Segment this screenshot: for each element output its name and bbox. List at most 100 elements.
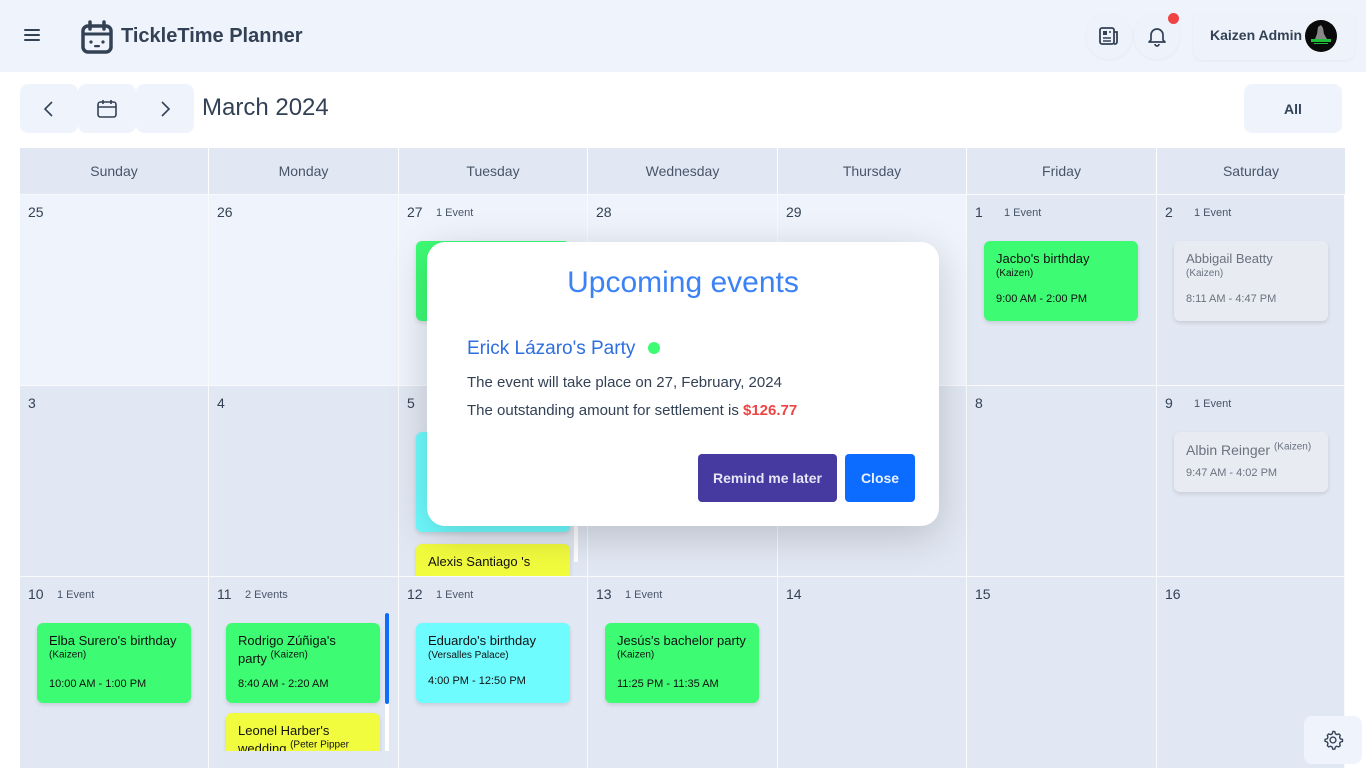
weekday-header: Sunday [20,148,209,194]
day-cell[interactable]: 26 [209,194,399,385]
day-number: 27 [407,204,423,220]
event-location: (Kaizen) [49,649,87,661]
prev-month-button[interactable] [20,84,78,133]
remind-me-later-button[interactable]: Remind me later [698,454,837,502]
day-number: 10 [28,586,44,602]
event-time: 8:40 AM - 2:20 AM [238,678,329,690]
day-number: 16 [1165,586,1181,602]
event-time: 9:47 AM - 4:02 PM [1186,467,1278,479]
day-cell[interactable]: 10 1 Event Elba Surero's birthday (Kaize… [20,576,209,768]
day-number: 9 [1165,395,1173,411]
event-card[interactable]: Leonel Harber's wedding (Peter Pipper [226,713,380,751]
event-card[interactable]: Elba Surero's birthday (Kaizen) 10:00 AM… [37,623,191,703]
event-count: 1 Event [1194,398,1232,410]
calendar-icon [97,99,117,118]
event-name: Eduardo's birthday [428,633,536,648]
event-location: (Peter Pipper [290,739,349,751]
event-location: (Kaizen) [617,649,655,661]
event-name: Jesús's bachelor party [617,633,746,648]
day-number: 25 [28,204,44,220]
gear-icon [1324,730,1344,750]
day-number: 12 [407,586,423,602]
calendar-logo-icon [81,20,113,54]
day-number: 1 [975,204,983,220]
day-cell[interactable]: 14 [778,576,967,768]
event-location: (Versalles Palace) [428,650,509,661]
event-date-text: The event will take place on 27, Februar… [467,374,782,391]
user-name: Kaizen Admin [1210,27,1303,43]
day-cell[interactable]: 9 1 Event Albin Reinger (Kaizen) 9:47 AM… [1157,385,1345,576]
scrollbar[interactable] [385,613,389,751]
day-cell[interactable]: 11 2 Events Rodrigo Zúñiga's party (Kaiz… [209,576,399,768]
day-number: 5 [407,395,415,411]
weekday-header: Tuesday [399,148,588,194]
weekday-header: Saturday [1157,148,1345,194]
day-cell[interactable]: 13 1 Event Jesús's bachelor party (Kaize… [588,576,778,768]
bell-icon [1148,28,1166,47]
day-number: 2 [1165,204,1173,220]
event-location: (Kaizen) [1186,268,1224,279]
weekday-header: Monday [209,148,399,194]
event-name: Albin Reinger [1186,442,1271,458]
next-month-button[interactable] [136,84,194,133]
event-card[interactable]: Rodrigo Zúñiga's party (Kaizen) 8:40 AM … [226,623,380,703]
day-cell[interactable]: 8 [967,385,1157,576]
event-card[interactable]: Abbigail Beatty (Kaizen) 8:11 AM - 4:47 … [1174,241,1328,321]
day-cell[interactable]: 4 [209,385,399,576]
menu-icon[interactable] [22,26,42,46]
event-count: 1 Event [1194,207,1232,219]
event-location: (Kaizen) [270,649,308,661]
notification-badge [1168,13,1179,24]
weekday-header: Thursday [778,148,967,194]
day-number: 3 [28,395,36,411]
event-title: Erick Lázaro's Party [467,338,636,359]
day-cell[interactable]: 2 1 Event Abbigail Beatty (Kaizen) 8:11 … [1157,194,1345,385]
day-number: 29 [786,204,802,220]
event-card[interactable]: Albin Reinger (Kaizen) 9:47 AM - 4:02 PM [1174,432,1328,492]
day-number: 28 [596,204,612,220]
day-number: 13 [596,586,612,602]
event-time: 9:00 AM - 2:00 PM [996,293,1088,305]
day-number: 8 [975,395,983,411]
modal-title: Upcoming events [567,266,799,299]
today-button[interactable] [78,84,136,133]
top-bar: TickleTime Planner Kaizen Admin [0,0,1366,72]
day-cell[interactable]: 3 [20,385,209,576]
day-cell[interactable]: 15 [967,576,1157,768]
close-button[interactable]: Close [845,454,915,502]
event-time: 11:25 PM - 11:35 AM [617,678,719,690]
event-card[interactable]: Alexis Santiago 's [416,544,570,576]
user-menu[interactable]: Kaizen Admin [1193,12,1355,60]
chevron-left-icon [43,100,53,117]
chevron-right-icon [161,100,171,117]
event-count: 1 Event [436,589,474,601]
event-location: (Kaizen) [996,268,1034,279]
filter-all-button[interactable]: All [1244,84,1342,133]
event-card[interactable]: Eduardo's birthday (Versalles Palace) 4:… [416,623,570,703]
event-count: 1 Event [1004,207,1042,219]
day-cell[interactable]: 25 [20,194,209,385]
event-card[interactable]: Jesús's bachelor party (Kaizen) 11:25 PM… [605,623,759,703]
settings-button[interactable] [1304,716,1362,764]
newspaper-icon [1099,27,1118,45]
scrollbar-thumb[interactable] [385,613,389,704]
day-number: 15 [975,586,991,602]
day-number: 14 [786,586,802,602]
outstanding-amount: $126.77 [742,402,798,419]
news-button[interactable] [1086,13,1132,59]
event-time: 4:00 PM - 12:50 PM [428,675,526,687]
event-count: 1 Event [625,589,663,601]
day-cell[interactable]: 12 1 Event Eduardo's birthday (Versalles… [399,576,588,768]
event-count: 1 Event [436,207,474,219]
event-card[interactable]: Jacbo's birthday (Kaizen) 9:00 AM - 2:00… [984,241,1138,321]
avatar [1305,20,1337,52]
weekday-header: Wednesday [588,148,778,194]
day-cell[interactable]: 1 1 Event Jacbo's birthday (Kaizen) 9:00… [967,194,1157,385]
event-name: Alexis Santiago 's [428,554,531,569]
day-number: 26 [217,204,233,220]
day-number: 11 [217,586,232,602]
event-count: 2 Events [245,589,288,601]
outstanding-text: The outstanding amount for settlement is… [467,402,797,419]
event-count: 1 Event [57,589,95,601]
event-name: Elba Surero's birthday [49,633,177,648]
